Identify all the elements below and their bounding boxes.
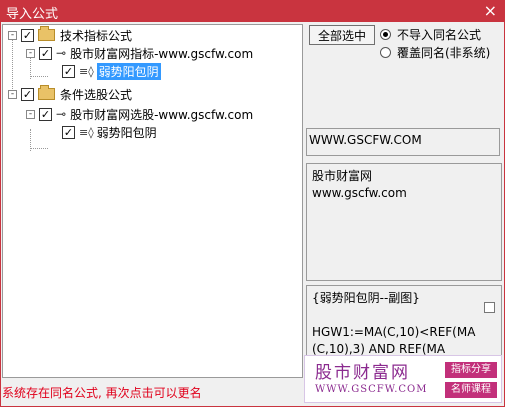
- collapse-icon[interactable]: -: [26, 48, 35, 58]
- collapse-icon[interactable]: -: [8, 89, 17, 99]
- tree-node-formula-1[interactable]: ✓ ≡◊ 弱势阳包阴: [62, 62, 161, 80]
- checkbox[interactable]: ✓: [62, 125, 75, 139]
- tree-node-formula-2[interactable]: ✓ ≡◊ 弱势阳包阴: [62, 123, 157, 141]
- tree-node-indicator-group[interactable]: - ✓ ⊸ 股市财富网指标-www.gscfw.com: [26, 44, 253, 62]
- select-all-button[interactable]: 全部选中: [309, 25, 375, 45]
- tree-node-label: 条件选股公式: [60, 87, 133, 102]
- code-line: HGW1:=MA(C,10)<REF(MA: [312, 325, 476, 339]
- checkbox[interactable]: ✓: [21, 87, 34, 101]
- folder-icon: [38, 26, 55, 41]
- collapse-icon[interactable]: -: [26, 109, 35, 119]
- radio-label: 不导入同名公式: [397, 28, 482, 42]
- watermark-brand: 股市财富网: [315, 363, 410, 383]
- tree-node-label: 技术指标公式: [60, 28, 133, 43]
- url-text: WWW.GSCFW.COM: [309, 133, 422, 147]
- folder-icon: [38, 85, 55, 100]
- formula-info-box: 股市财富网 www.gscfw.com: [306, 163, 502, 281]
- formula-icon: ≡◊: [79, 125, 94, 139]
- tree-node-screening-formulas[interactable]: - ✓ 条件选股公式: [8, 85, 132, 103]
- watermark-site: WWW.GSCFW.COM: [315, 384, 428, 395]
- watermark-logo: 股市财富网 WWW.GSCFW.COM 指标分享 名师课程: [304, 355, 502, 403]
- watermark-tag: 指标分享: [445, 362, 497, 378]
- window-title: 导入公式: [6, 7, 59, 22]
- option-checkbox[interactable]: [484, 302, 495, 313]
- radio-button[interactable]: [380, 47, 391, 58]
- watermark-tag: 名师课程: [445, 382, 497, 398]
- collapse-icon[interactable]: -: [8, 30, 17, 40]
- radio-overwrite-duplicates[interactable]: 覆盖同名(非系统): [380, 44, 490, 61]
- checkbox[interactable]: ✓: [39, 107, 52, 121]
- formula-tree[interactable]: - ✓ 技术指标公式 - ✓ ⊸ 股市财富网指标-www.gscfw.com ✓…: [2, 24, 303, 378]
- key-icon: ⊸: [56, 46, 67, 60]
- checkbox[interactable]: ✓: [62, 64, 75, 78]
- tree-node-label: 弱势阳包阴: [96, 62, 161, 80]
- info-line: www.gscfw.com: [312, 186, 407, 200]
- status-message: 系统存在同名公式, 再次点击可以更名: [2, 386, 202, 400]
- checkbox[interactable]: ✓: [21, 28, 34, 42]
- close-icon[interactable]: ×: [484, 1, 497, 20]
- key-icon: ⊸: [56, 107, 67, 121]
- url-field[interactable]: WWW.GSCFW.COM: [306, 128, 500, 156]
- info-line: 股市财富网: [312, 169, 373, 183]
- radio-label: 覆盖同名(非系统): [397, 46, 491, 60]
- radio-skip-duplicates[interactable]: 不导入同名公式: [380, 26, 481, 43]
- tree-node-indicator-formulas[interactable]: - ✓ 技术指标公式: [8, 26, 132, 44]
- code-line: {弱势阳包阴--副图}: [312, 291, 420, 305]
- title-bar: 导入公式 ×: [0, 0, 505, 22]
- radio-button[interactable]: [380, 29, 391, 40]
- checkbox[interactable]: ✓: [39, 46, 52, 60]
- formula-icon: ≡◊: [79, 64, 94, 78]
- tree-node-label: 股市财富网指标-www.gscfw.com: [70, 46, 254, 61]
- tree-node-label: 股市财富网选股-www.gscfw.com: [70, 107, 254, 122]
- tree-node-screening-group[interactable]: - ✓ ⊸ 股市财富网选股-www.gscfw.com: [26, 105, 253, 123]
- tree-node-label: 弱势阳包阴: [96, 125, 157, 140]
